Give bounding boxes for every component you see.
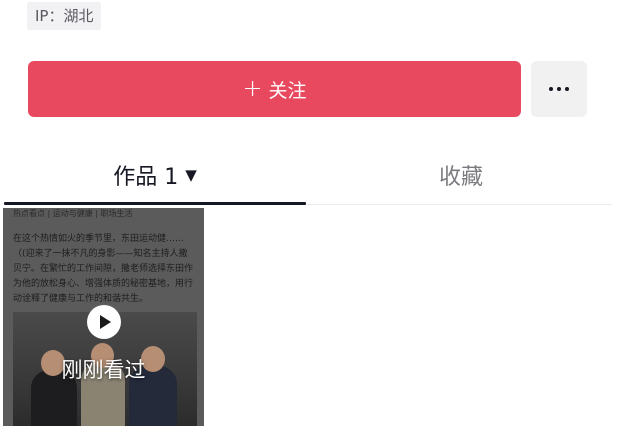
dropdown-triangle-icon: ▼: [185, 166, 197, 184]
more-options-button[interactable]: [531, 61, 587, 117]
tab-works[interactable]: 作品 1 ▼: [4, 145, 306, 205]
profile-page: IP：湖北 + 关注 作品 1 ▼ 收藏 热点看点 | 运动与健康 | 职场生活…: [0, 0, 639, 426]
video-article-text: 在这个热情如火的季节里，东田运动健……（(迎来了一抹不凡的身影——知名主持人撒贝…: [13, 234, 194, 304]
tab-favorites-label: 收藏: [438, 165, 483, 190]
more-dots-icon: [549, 87, 553, 91]
plus-icon: +: [242, 74, 263, 102]
active-tab-indicator: [4, 202, 306, 205]
video-headline: 热点看点 | 运动与健康 | 职场生活: [13, 209, 133, 218]
ip-location-text: IP：湖北: [35, 7, 94, 25]
ip-location-badge: IP：湖北: [27, 2, 102, 30]
more-dots-icon: [565, 87, 569, 91]
follow-button[interactable]: + 关注: [28, 61, 521, 117]
just-watched-label: 刚刚看过: [61, 358, 146, 382]
tab-favorites[interactable]: 收藏: [310, 145, 612, 205]
follow-button-label: 关注: [268, 79, 307, 102]
tab-works-label: 作品 1: [113, 165, 179, 190]
profile-tabs: 作品 1 ▼ 收藏: [0, 145, 639, 207]
video-thumbnail[interactable]: 热点看点 | 运动与健康 | 职场生活 在这个热情如火的季节里，东田运动健……（…: [3, 208, 204, 426]
play-icon[interactable]: [87, 305, 121, 339]
play-triangle-icon: [100, 315, 111, 329]
more-dots-icon: [557, 87, 561, 91]
tabs-divider: [306, 204, 612, 205]
